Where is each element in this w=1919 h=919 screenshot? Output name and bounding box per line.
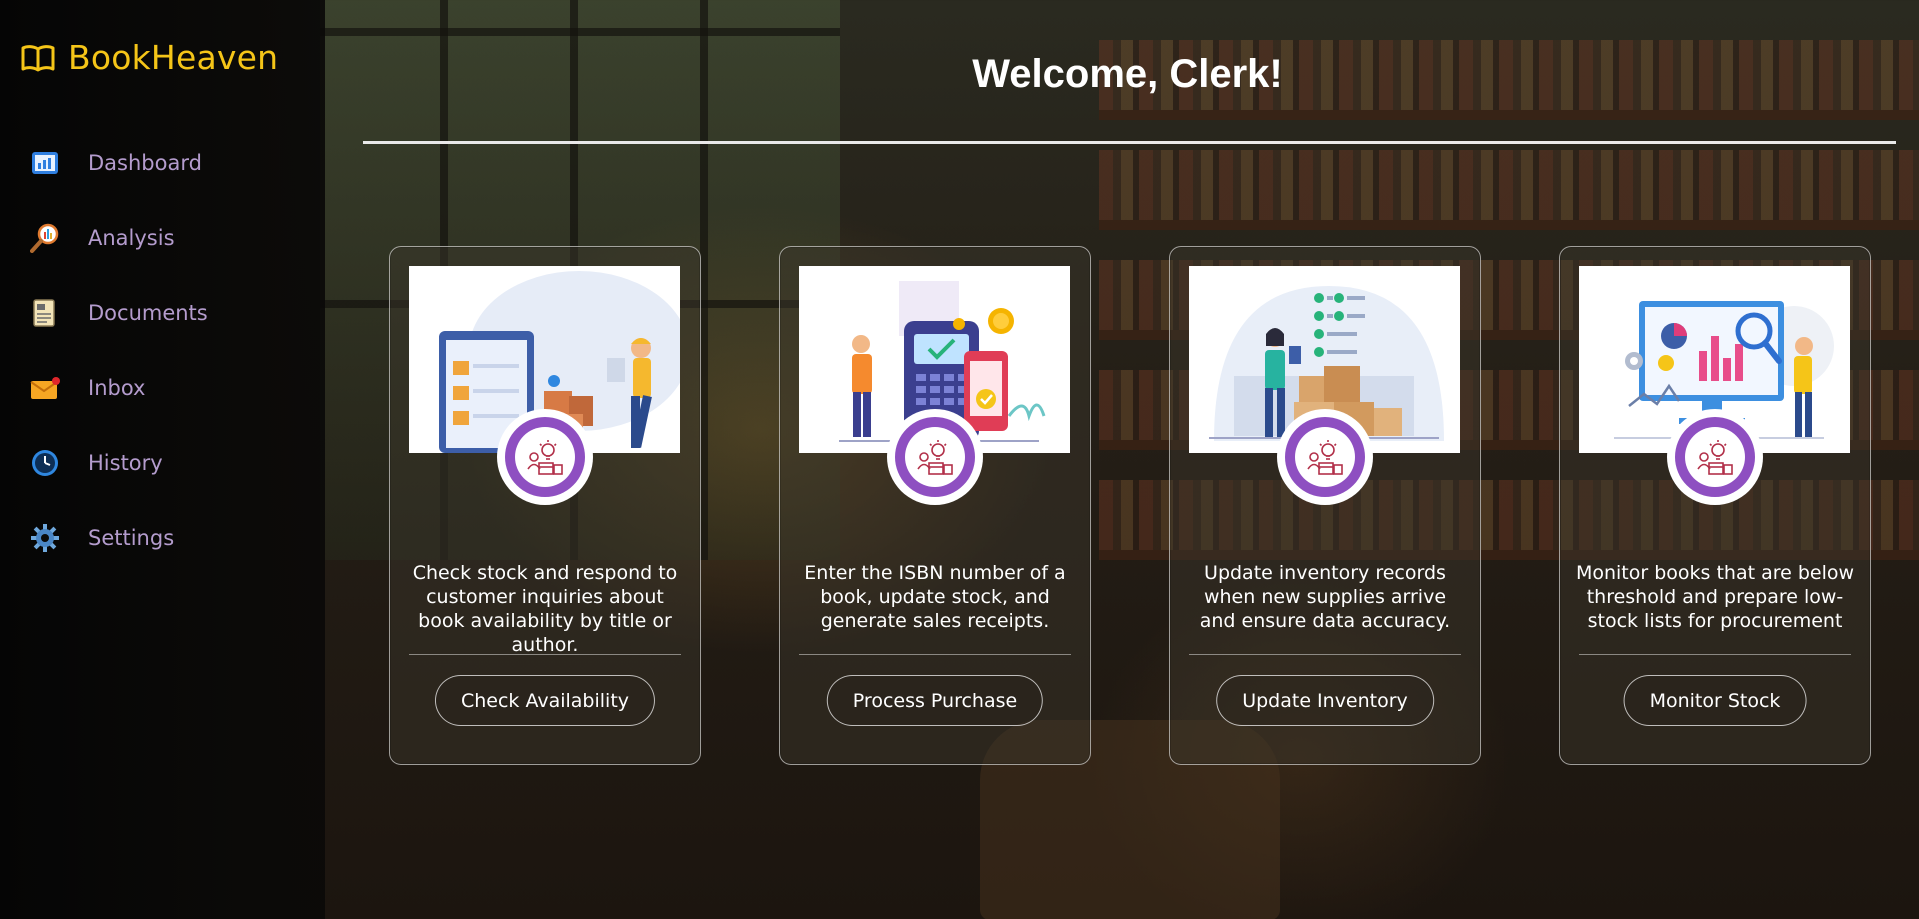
magnifier-chart-icon [30, 223, 60, 253]
document-icon [30, 298, 60, 328]
card-check-availability: Check stock and respond to customer inqu… [389, 246, 701, 765]
card-divider [1579, 654, 1851, 655]
update-inventory-button[interactable]: Update Inventory [1216, 675, 1434, 726]
main-content: Welcome, Clerk! Check stock and respond … [325, 0, 1919, 919]
page-title: Welcome, Clerk! [972, 52, 1283, 96]
idea-box-icon [1697, 440, 1733, 475]
card-divider [409, 654, 681, 655]
card-description: Monitor books that are below threshold a… [1575, 562, 1855, 632]
idea-box-icon [917, 440, 953, 475]
monitor-stock-button[interactable]: Monitor Stock [1623, 675, 1807, 726]
clock-icon [30, 448, 60, 478]
sidebar-item-inbox[interactable]: Inbox [0, 350, 325, 425]
sidebar-item-label: Documents [88, 300, 208, 325]
sidebar-item-label: Settings [88, 525, 175, 550]
card-update-inventory: Update inventory records when new suppli… [1169, 246, 1481, 765]
sidebar-item-label: Inbox [88, 375, 146, 400]
card-description: Check stock and respond to customer inqu… [412, 562, 678, 656]
process-purchase-button[interactable]: Process Purchase [826, 675, 1044, 726]
card-description: Enter the ISBN number of a book, update … [804, 562, 1066, 632]
card-description: Update inventory records when new suppli… [1199, 562, 1451, 632]
card-divider [799, 654, 1071, 655]
sidebar-item-documents[interactable]: Documents [0, 275, 325, 350]
card-badge [1667, 409, 1763, 505]
brand-logo[interactable]: BookHeaven [20, 38, 278, 77]
header-divider [363, 141, 1896, 144]
open-book-icon [21, 44, 55, 71]
sidebar-item-label: Analysis [88, 225, 175, 250]
sidebar-item-settings[interactable]: Settings [0, 500, 325, 575]
sidebar: BookHeaven Dashboard Analysis Documents … [0, 0, 325, 919]
card-badge [1277, 409, 1373, 505]
sidebar-item-label: History [88, 450, 163, 475]
sidebar-item-analysis[interactable]: Analysis [0, 200, 325, 275]
card-divider [1189, 654, 1461, 655]
gear-icon [30, 523, 60, 553]
sidebar-item-history[interactable]: History [0, 425, 325, 500]
envelope-icon [30, 373, 60, 403]
bar-chart-icon [30, 148, 60, 178]
idea-box-icon [527, 440, 563, 475]
card-process-purchase: Enter the ISBN number of a book, update … [779, 246, 1091, 765]
idea-box-icon [1307, 440, 1343, 475]
card-badge [887, 409, 983, 505]
sidebar-nav: Dashboard Analysis Documents Inbox Histo… [0, 125, 325, 575]
brand-name: BookHeaven [68, 38, 279, 77]
check-availability-button[interactable]: Check Availability [434, 675, 656, 726]
card-monitor-stock: Monitor books that are below threshold a… [1559, 246, 1871, 765]
sidebar-item-dashboard[interactable]: Dashboard [0, 125, 325, 200]
sidebar-item-label: Dashboard [88, 150, 202, 175]
card-badge [497, 409, 593, 505]
